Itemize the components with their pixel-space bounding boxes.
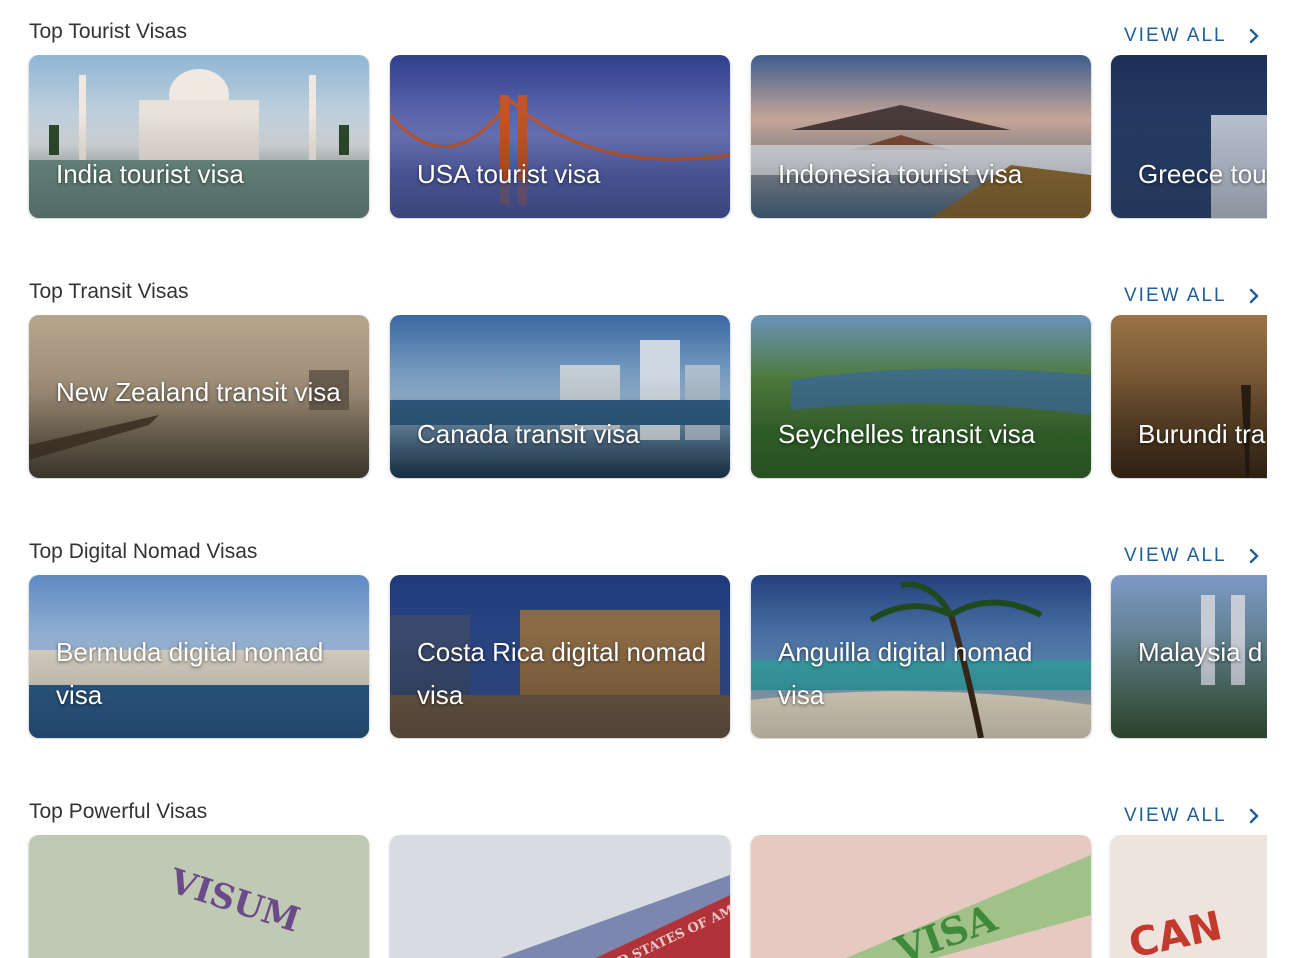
card-label: Bermuda digital nomad visa (56, 637, 324, 710)
card-label: Indonesia tourist visa (778, 159, 1023, 189)
card-label: Burundi tra (1138, 419, 1266, 449)
chevron-right-icon (1249, 548, 1259, 564)
visa-card[interactable]: Indonesia tourist visa (751, 55, 1091, 218)
card-carousel: VISUM UNITED STATES OF AMERICA VISA CAN (0, 835, 1267, 958)
card-image: UNITED STATES OF AMERICA (390, 835, 730, 958)
card-label: Anguilla digital nomad visa (778, 637, 1033, 710)
card-label: Costa Rica digital nomad visa (417, 637, 707, 710)
section-top-transit-visas: Top Transit Visas VIEW ALL New Zealand t… (0, 280, 1292, 495)
visa-card[interactable]: Malaysia d visa (1111, 575, 1267, 738)
visa-card[interactable]: VISA (751, 835, 1091, 958)
view-all-label: VIEW ALL (1124, 285, 1227, 306)
view-all-label: VIEW ALL (1124, 545, 1227, 566)
visa-card[interactable]: India tourist visa (29, 55, 369, 218)
card-carousel: Bermuda digital nomad visa Costa Rica di… (0, 575, 1267, 739)
section-title: Top Powerful Visas (29, 800, 208, 823)
chevron-right-icon (1249, 288, 1259, 304)
visa-card[interactable]: Costa Rica digital nomad visa (390, 575, 730, 738)
view-all-label: VIEW ALL (1124, 25, 1227, 46)
card-label: India tourist visa (56, 159, 244, 189)
view-all-link[interactable]: VIEW ALL (1124, 805, 1261, 827)
card-label: USA tourist visa (417, 159, 601, 189)
view-all-label: VIEW ALL (1124, 805, 1227, 826)
visa-card[interactable]: Burundi tra (1111, 315, 1267, 478)
card-carousel: New Zealand transit visa Canada transit … (0, 315, 1267, 479)
visa-card[interactable]: New Zealand transit visa (29, 315, 369, 478)
section-top-tourist-visas: Top Tourist Visas VIEW ALL India tourist… (0, 20, 1292, 235)
card-image: CAN (1111, 835, 1267, 958)
card-label: Canada transit visa (417, 419, 640, 449)
card-label: Malaysia d visa (1138, 637, 1267, 667)
visa-card[interactable]: VISUM (29, 835, 369, 958)
section-title: Top Transit Visas (29, 280, 189, 303)
chevron-right-icon (1249, 28, 1259, 44)
section-top-powerful-visas: Top Powerful Visas VIEW ALL VISUM UNITED… (0, 800, 1292, 958)
view-all-link[interactable]: VIEW ALL (1124, 545, 1261, 567)
visa-card[interactable]: Greece tou (1111, 55, 1267, 218)
visa-card[interactable]: USA tourist visa (390, 55, 730, 218)
card-image: VISA (751, 835, 1091, 958)
section-title: Top Digital Nomad Visas (29, 540, 258, 563)
card-label: Seychelles transit visa (778, 419, 1036, 449)
visa-card[interactable]: CAN (1111, 835, 1267, 958)
view-all-link[interactable]: VIEW ALL (1124, 285, 1261, 307)
card-carousel: India tourist visa USA tourist visa Indo… (0, 55, 1267, 219)
chevron-right-icon (1249, 808, 1259, 824)
visa-card[interactable]: Seychelles transit visa (751, 315, 1091, 478)
visa-card[interactable]: Anguilla digital nomad visa (751, 575, 1091, 738)
card-label: New Zealand transit visa (56, 377, 341, 407)
visa-card[interactable]: Bermuda digital nomad visa (29, 575, 369, 738)
section-title: Top Tourist Visas (29, 20, 187, 43)
card-image: VISUM (29, 835, 369, 958)
view-all-link[interactable]: VIEW ALL (1124, 25, 1261, 47)
visa-card[interactable]: Canada transit visa (390, 315, 730, 478)
card-label: Greece tou (1138, 159, 1267, 189)
visa-card[interactable]: UNITED STATES OF AMERICA (390, 835, 730, 958)
section-top-digital-nomad-visas: Top Digital Nomad Visas VIEW ALL Bermuda… (0, 540, 1292, 755)
